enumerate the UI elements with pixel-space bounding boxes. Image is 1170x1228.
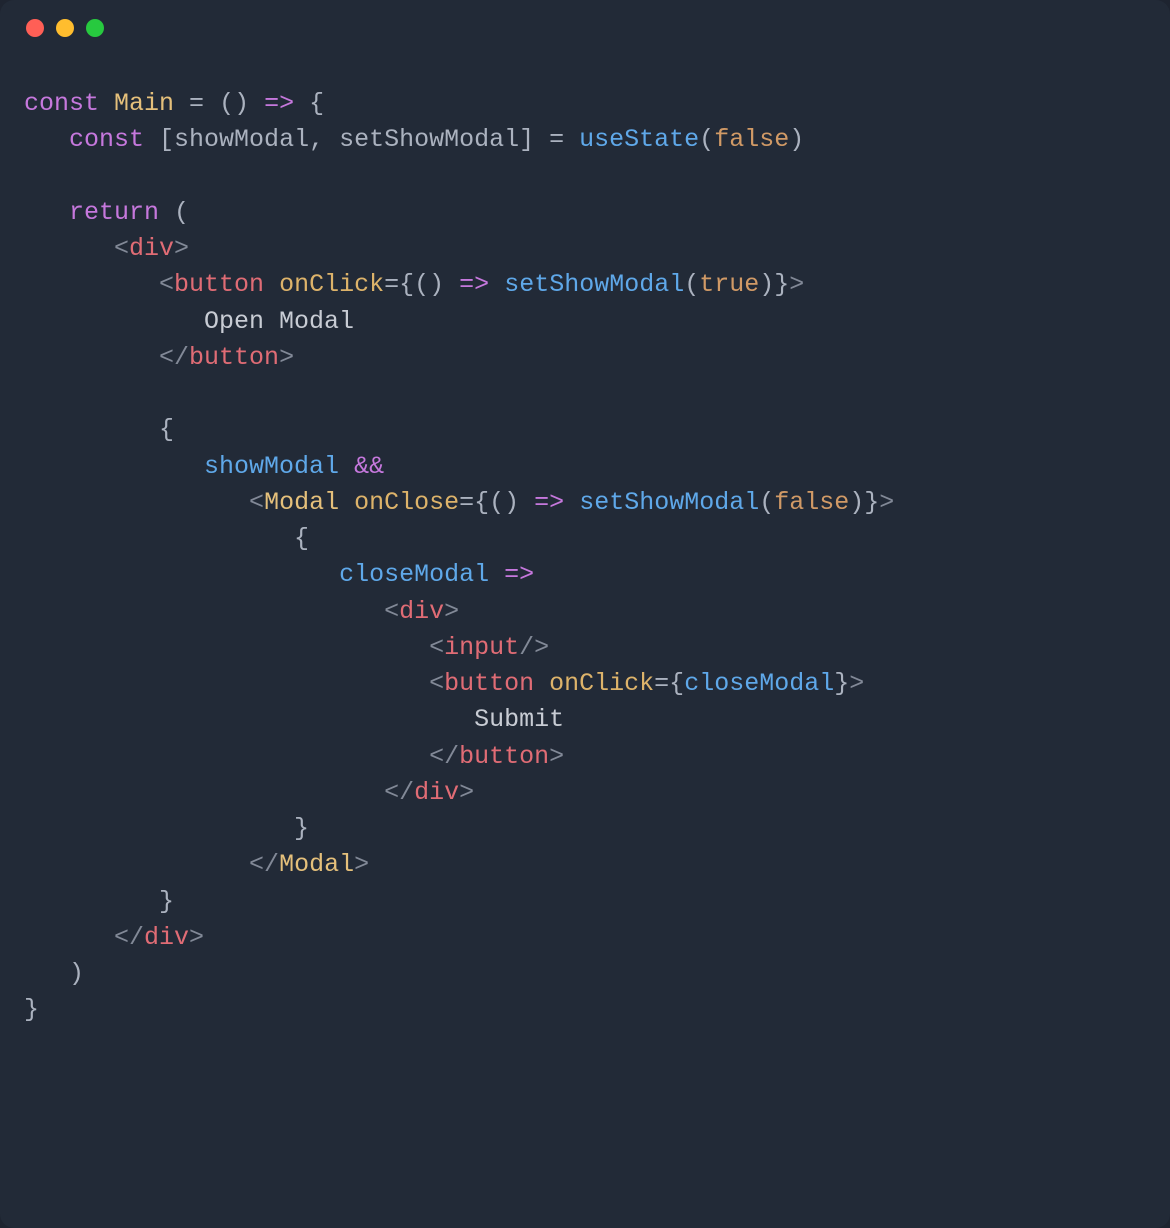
- tag-button-close: button: [189, 343, 279, 372]
- paren: (: [684, 270, 699, 299]
- eq: =: [459, 488, 474, 517]
- angle: >: [849, 669, 864, 698]
- tag-div: div: [399, 597, 444, 626]
- tag-div-close: div: [144, 923, 189, 952]
- var-showmodal: showModal: [174, 125, 309, 154]
- angle: </: [249, 850, 279, 879]
- brace: }: [834, 669, 849, 698]
- brace: {: [159, 415, 174, 444]
- brace: }: [24, 995, 39, 1024]
- angle: <: [384, 597, 399, 626]
- fn-setshowmodal: setShowModal: [504, 270, 684, 299]
- minimize-icon[interactable]: [56, 19, 74, 37]
- angle: >: [444, 597, 459, 626]
- paren: ): [759, 270, 774, 299]
- angle: </: [114, 923, 144, 952]
- var-setshowmodal: setShowModal: [339, 125, 519, 154]
- arrow: =>: [459, 270, 489, 299]
- keyword-const: const: [69, 125, 144, 154]
- angle: >: [789, 270, 804, 299]
- literal-true: true: [699, 270, 759, 299]
- window-titlebar: [0, 0, 1170, 56]
- keyword-const: const: [24, 89, 99, 118]
- fn-setshowmodal: setShowModal: [579, 488, 759, 517]
- comma: ,: [309, 125, 339, 154]
- param-closemodal: closeModal: [339, 560, 489, 589]
- angle: <: [249, 488, 264, 517]
- arrow: =>: [489, 560, 534, 589]
- literal-false: false: [774, 488, 849, 517]
- angle: <: [159, 270, 174, 299]
- brace: {: [399, 270, 414, 299]
- tag-button-close: button: [459, 742, 549, 771]
- maximize-icon[interactable]: [86, 19, 104, 37]
- brace: {: [294, 524, 309, 553]
- brace: }: [294, 814, 309, 843]
- brace: }: [774, 270, 789, 299]
- arrow: =>: [534, 488, 564, 517]
- var-closemodal: closeModal: [684, 669, 834, 698]
- angle: >: [189, 923, 204, 952]
- tag-button: button: [174, 270, 264, 299]
- paren: ): [789, 125, 804, 154]
- angle: <: [114, 234, 129, 263]
- angle: <: [429, 669, 444, 698]
- text-submit: Submit: [474, 705, 564, 734]
- attr-onclick: onClick: [549, 669, 654, 698]
- space: [564, 488, 579, 517]
- angle: >: [174, 234, 189, 263]
- angle: />: [519, 633, 549, 662]
- angle: >: [354, 850, 369, 879]
- arrow-params: (): [414, 270, 459, 299]
- arrow: =>: [264, 89, 294, 118]
- tag-div-close: div: [414, 778, 459, 807]
- code-block: const Main = () => { const [showModal, s…: [0, 56, 1170, 1029]
- attr-onclose: onClose: [354, 488, 459, 517]
- paren: (: [759, 488, 774, 517]
- paren: (: [699, 125, 714, 154]
- close-icon[interactable]: [26, 19, 44, 37]
- eq: =: [384, 270, 399, 299]
- paren: ): [849, 488, 864, 517]
- brace: }: [864, 488, 879, 517]
- angle: </: [159, 343, 189, 372]
- code-window: const Main = () => { const [showModal, s…: [0, 0, 1170, 1228]
- var-showmodal: showModal: [204, 452, 339, 481]
- brace: }: [159, 887, 174, 916]
- brace: {: [294, 89, 324, 118]
- tag-modal: Modal: [264, 488, 339, 517]
- identifier-main: Main: [114, 89, 174, 118]
- tag-button: button: [444, 669, 534, 698]
- tag-div: div: [129, 234, 174, 263]
- bracket: ] =: [519, 125, 579, 154]
- operator-eq: =: [174, 89, 219, 118]
- angle: <: [429, 633, 444, 662]
- space: [489, 270, 504, 299]
- tag-modal-close: Modal: [279, 850, 354, 879]
- bracket: [: [144, 125, 174, 154]
- tag-input: input: [444, 633, 519, 662]
- arrow-params: (): [489, 488, 534, 517]
- text-open-modal: Open Modal: [204, 307, 354, 336]
- eq: =: [654, 669, 669, 698]
- paren: ): [69, 959, 84, 988]
- paren: (: [159, 198, 189, 227]
- angle: >: [879, 488, 894, 517]
- op-and: &&: [354, 452, 384, 481]
- fn-usestate: useState: [579, 125, 699, 154]
- brace: {: [474, 488, 489, 517]
- brace: {: [669, 669, 684, 698]
- arrow-params: (): [219, 89, 264, 118]
- angle: >: [549, 742, 564, 771]
- angle: </: [384, 778, 414, 807]
- keyword-return: return: [69, 198, 159, 227]
- angle: </: [429, 742, 459, 771]
- angle: >: [459, 778, 474, 807]
- angle: >: [279, 343, 294, 372]
- attr-onclick: onClick: [279, 270, 384, 299]
- literal-false: false: [714, 125, 789, 154]
